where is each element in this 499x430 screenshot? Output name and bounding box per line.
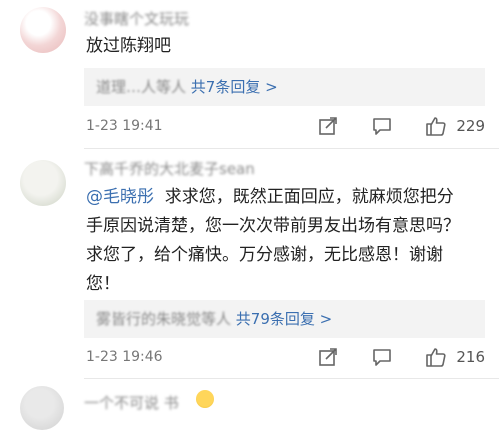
comment-text: @毛晓彤 求求您，既然正面回应，就麻烦您把分 手原因说清楚，您一次次带前男友出场…: [86, 183, 496, 299]
share-icon[interactable]: [317, 115, 339, 137]
divider: [84, 378, 499, 379]
comment-icon[interactable]: [371, 346, 393, 368]
comment-text: 放过陈翔吧: [86, 36, 171, 56]
comment-actions: 229: [317, 115, 485, 139]
comment-username[interactable]: 下高千乔的大北麦子sean: [84, 158, 255, 179]
comment-timestamp: 1-23 19:41: [86, 118, 163, 134]
comment-username[interactable]: 没事瞎个文玩玩: [84, 8, 189, 29]
thumbs-up-icon[interactable]: [425, 115, 447, 137]
avatar[interactable]: [20, 386, 64, 430]
reply-count-link[interactable]: 共79条回复 >: [236, 310, 332, 328]
reply-count-link[interactable]: 共7条回复 >: [191, 78, 278, 96]
reply-preview-names: 雾皆行的朱晓觉等人: [96, 310, 232, 328]
comment-timestamp: 1-23 19:46: [86, 349, 163, 365]
comment-text-rest: 手原因说清楚，您一次次带前男友出场有意思吗？ 求您了，给个痛快。万分感谢，无比感…: [86, 216, 460, 294]
divider: [84, 148, 499, 149]
reply-preview[interactable]: 道理…人等人 共7条回复 >: [84, 68, 485, 106]
avatar[interactable]: [20, 7, 66, 53]
comment-text-line1: 求求您，既然正面回应，就麻烦您把分: [154, 187, 454, 207]
like-count: 229: [456, 117, 485, 135]
mention-link[interactable]: @毛晓彤: [86, 187, 154, 207]
emoji-face-icon: [196, 390, 214, 408]
comment-username[interactable]: 一个不可说 书: [84, 392, 179, 413]
share-icon[interactable]: [317, 346, 339, 368]
reply-preview-names: 道理…人等人: [96, 78, 187, 96]
comment-actions: 216: [317, 346, 485, 370]
avatar[interactable]: [20, 160, 66, 206]
thumbs-up-icon[interactable]: [425, 346, 447, 368]
like-count: 216: [456, 348, 485, 366]
comment-icon[interactable]: [371, 115, 393, 137]
reply-preview[interactable]: 雾皆行的朱晓觉等人 共79条回复 >: [84, 300, 485, 338]
